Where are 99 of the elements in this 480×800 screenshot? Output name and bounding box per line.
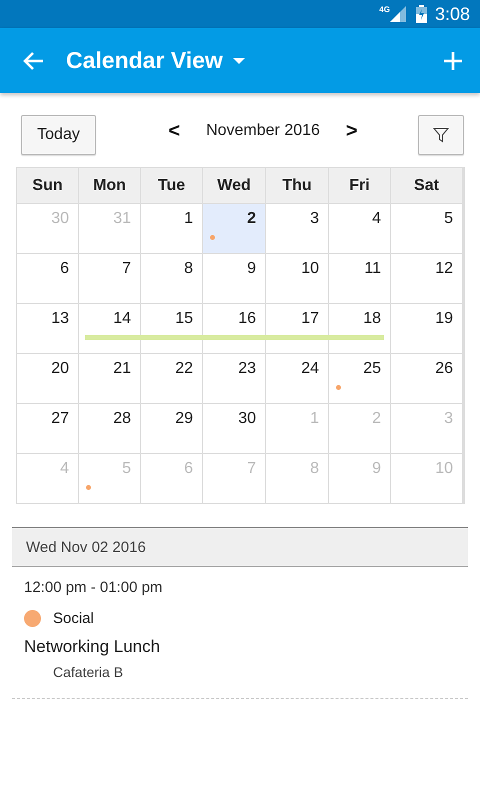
day-number: 20 bbox=[51, 360, 69, 378]
day-number: 23 bbox=[238, 360, 256, 378]
day-number: 21 bbox=[113, 360, 131, 378]
day-number: 22 bbox=[175, 360, 193, 378]
day-number: 7 bbox=[122, 260, 131, 278]
today-button[interactable]: Today bbox=[21, 115, 96, 155]
day-number: 30 bbox=[51, 210, 69, 228]
day-cell[interactable]: 13 bbox=[17, 304, 78, 353]
day-cell[interactable]: 29 bbox=[141, 404, 202, 453]
event-bar[interactable] bbox=[85, 335, 140, 340]
day-number: 3 bbox=[310, 210, 319, 228]
day-number: 5 bbox=[122, 460, 131, 478]
previous-month-button[interactable]: < bbox=[164, 120, 184, 142]
weekday-header: Tue bbox=[141, 168, 202, 203]
event-location: Cafateria B bbox=[53, 664, 124, 680]
day-cell[interactable]: 17 bbox=[266, 304, 328, 353]
day-number: 2 bbox=[372, 410, 381, 428]
day-cell[interactable]: 15 bbox=[141, 304, 202, 353]
day-cell[interactable]: 5 bbox=[391, 204, 462, 253]
day-number: 2 bbox=[247, 210, 256, 228]
network-type: 4G bbox=[379, 5, 390, 14]
day-number: 8 bbox=[184, 260, 193, 278]
day-cell[interactable]: 10 bbox=[266, 254, 328, 303]
day-number: 25 bbox=[363, 360, 381, 378]
day-cell[interactable]: 27 bbox=[17, 404, 78, 453]
day-number: 1 bbox=[310, 410, 319, 428]
filter-button[interactable] bbox=[418, 115, 464, 155]
day-number: 30 bbox=[238, 410, 256, 428]
day-cell[interactable]: 3 bbox=[266, 204, 328, 253]
event-category: Social bbox=[53, 610, 94, 627]
day-number: 7 bbox=[247, 460, 256, 478]
day-number: 1 bbox=[184, 210, 193, 228]
day-cell[interactable]: 9 bbox=[203, 254, 265, 303]
day-number: 10 bbox=[301, 260, 319, 278]
day-cell[interactable]: 26 bbox=[391, 354, 462, 403]
day-number: 17 bbox=[301, 310, 319, 328]
filter-icon bbox=[433, 127, 449, 143]
weekday-header: Sat bbox=[391, 168, 462, 203]
day-number: 24 bbox=[301, 360, 319, 378]
event-bar[interactable] bbox=[328, 335, 384, 340]
day-number: 6 bbox=[184, 460, 193, 478]
day-cell[interactable]: 11 bbox=[329, 254, 390, 303]
day-number: 9 bbox=[247, 260, 256, 278]
day-number: 14 bbox=[113, 310, 131, 328]
day-cell[interactable]: 25 bbox=[329, 354, 390, 403]
add-icon[interactable] bbox=[444, 52, 462, 70]
day-number: 19 bbox=[435, 310, 453, 328]
weekday-header: Thu bbox=[266, 168, 328, 203]
day-number: 11 bbox=[364, 260, 381, 278]
day-number: 26 bbox=[435, 360, 453, 378]
weekday-header: Fri bbox=[329, 168, 390, 203]
day-number: 6 bbox=[60, 260, 69, 278]
weekday-header: Mon bbox=[79, 168, 140, 203]
day-number: 12 bbox=[435, 260, 453, 278]
day-number: 13 bbox=[51, 310, 69, 328]
day-number: 9 bbox=[372, 460, 381, 478]
day-number: 5 bbox=[444, 210, 453, 228]
day-cell[interactable]: 4 bbox=[329, 204, 390, 253]
next-month-button[interactable]: > bbox=[342, 120, 362, 142]
agenda-date: Wed Nov 02 2016 bbox=[26, 538, 146, 556]
day-cell[interactable]: 6 bbox=[17, 254, 78, 303]
day-cell[interactable]: 14 bbox=[79, 304, 140, 353]
day-cell[interactable]: 21 bbox=[79, 354, 140, 403]
day-cell[interactable]: 24 bbox=[266, 354, 328, 403]
day-cell[interactable]: 8 bbox=[141, 254, 202, 303]
day-cell[interactable]: 2 bbox=[203, 204, 265, 253]
day-cell[interactable]: 20 bbox=[17, 354, 78, 403]
day-cell[interactable]: 1 bbox=[141, 204, 202, 253]
day-number: 3 bbox=[444, 410, 453, 428]
day-number: 27 bbox=[51, 410, 69, 428]
weekday-header: Wed bbox=[203, 168, 265, 203]
day-number: 29 bbox=[175, 410, 193, 428]
clock: 3:08 bbox=[434, 4, 470, 24]
day-number: 10 bbox=[435, 460, 453, 478]
day-number: 8 bbox=[310, 460, 319, 478]
day-cell[interactable]: 28 bbox=[79, 404, 140, 453]
event-title[interactable]: Networking Lunch bbox=[24, 637, 468, 657]
back-arrow-icon[interactable] bbox=[22, 50, 44, 70]
dropdown-caret-icon[interactable] bbox=[232, 58, 245, 64]
day-cell[interactable]: 12 bbox=[391, 254, 462, 303]
day-number: 18 bbox=[363, 310, 381, 328]
day-cell[interactable]: 16 bbox=[203, 304, 265, 353]
day-number: 16 bbox=[238, 310, 256, 328]
signal-icon bbox=[390, 6, 406, 22]
weekday-header: Sun bbox=[17, 168, 78, 203]
day-number: 28 bbox=[113, 410, 131, 428]
day-cell[interactable]: 19 bbox=[391, 304, 462, 353]
battery-icon bbox=[416, 5, 427, 23]
event-time: 12:00 pm - 01:00 pm bbox=[24, 579, 164, 596]
day-cell[interactable]: 30 bbox=[203, 404, 265, 453]
day-number: 31 bbox=[113, 210, 131, 228]
day-number: 4 bbox=[60, 460, 69, 478]
day-cell[interactable]: 22 bbox=[141, 354, 202, 403]
day-number: 15 bbox=[175, 310, 193, 328]
month-label: November 2016 bbox=[206, 122, 320, 140]
day-number: 4 bbox=[372, 210, 381, 228]
day-cell[interactable]: 7 bbox=[79, 254, 140, 303]
day-cell[interactable]: 23 bbox=[203, 354, 265, 403]
day-cell[interactable]: 18 bbox=[329, 304, 390, 353]
